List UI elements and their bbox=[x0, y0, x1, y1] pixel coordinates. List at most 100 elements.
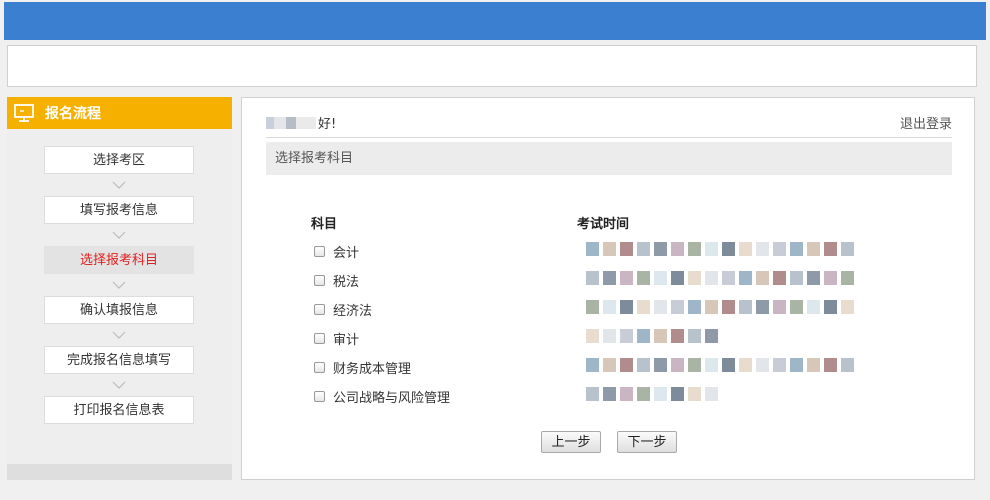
greeting-row: 好! 退出登录 bbox=[266, 110, 952, 138]
masked-text-block bbox=[705, 358, 718, 372]
subject-label: 财务成本管理 bbox=[333, 361, 412, 377]
masked-text-block bbox=[637, 387, 650, 401]
masked-text-block bbox=[790, 300, 803, 314]
masked-text-block bbox=[705, 300, 718, 314]
masked-text-block bbox=[637, 329, 650, 343]
masked-text-block bbox=[790, 271, 803, 285]
masked-text-block bbox=[688, 358, 701, 372]
masked-text-block bbox=[688, 329, 701, 343]
masked-text-block bbox=[688, 271, 701, 285]
masked-text-block bbox=[739, 300, 752, 314]
masked-text-block bbox=[722, 300, 735, 314]
masked-text-block bbox=[807, 271, 820, 285]
greeting: 好! bbox=[266, 113, 336, 132]
masked-text-block bbox=[739, 242, 752, 256]
masked-text-block bbox=[807, 242, 820, 256]
masked-text-block bbox=[705, 271, 718, 285]
masked-text-block bbox=[722, 358, 735, 372]
time-column-header: 考试时间 bbox=[577, 217, 630, 232]
masked-text-block bbox=[756, 300, 769, 314]
masked-text-block bbox=[603, 329, 616, 343]
sidebar-title: 报名流程 bbox=[45, 106, 101, 122]
masked-text-block bbox=[824, 242, 837, 256]
masked-text-block bbox=[705, 329, 718, 343]
chevron-down-icon bbox=[44, 174, 194, 196]
subject-label: 审计 bbox=[333, 332, 360, 348]
masked-text-block bbox=[586, 271, 599, 285]
step-print[interactable]: 打印报名信息表 bbox=[44, 396, 194, 424]
subject-row: 税法 bbox=[314, 271, 359, 290]
masked-text-block bbox=[824, 271, 837, 285]
masked-text-block bbox=[620, 300, 633, 314]
step-confirm-info[interactable]: 确认填报信息 bbox=[44, 296, 194, 324]
chevron-down-icon bbox=[44, 224, 194, 246]
masked-text-block bbox=[654, 387, 667, 401]
step-select-subject[interactable]: 选择报考科目 bbox=[44, 246, 194, 274]
subject-label: 经济法 bbox=[333, 303, 373, 319]
masked-text-block bbox=[637, 358, 650, 372]
subject-checkbox[interactable] bbox=[314, 390, 325, 402]
masked-text-block bbox=[824, 300, 837, 314]
masked-text-block bbox=[824, 358, 837, 372]
masked-text-block bbox=[620, 358, 633, 372]
masked-text-block bbox=[637, 271, 650, 285]
chevron-down-icon bbox=[44, 374, 194, 396]
step-fill-info[interactable]: 填写报考信息 bbox=[44, 196, 194, 224]
masked-text-block bbox=[688, 300, 701, 314]
masked-text-block bbox=[586, 387, 599, 401]
masked-text-block bbox=[671, 300, 684, 314]
subject-checkbox[interactable] bbox=[314, 332, 325, 344]
masked-text-block bbox=[841, 242, 854, 256]
masked-text-block bbox=[671, 242, 684, 256]
masked-text-block bbox=[586, 242, 599, 256]
masked-text-block bbox=[739, 271, 752, 285]
subject-row: 审计 bbox=[314, 329, 360, 348]
masked-text-block bbox=[620, 242, 633, 256]
masked-text-block bbox=[654, 358, 667, 372]
subject-checkbox[interactable] bbox=[314, 245, 325, 257]
sidebar-header: 报名流程 bbox=[7, 97, 232, 129]
greeting-suffix: 好! bbox=[318, 117, 337, 132]
step-complete[interactable]: 完成报名信息填写 bbox=[44, 346, 194, 374]
masked-text-block bbox=[586, 300, 599, 314]
masked-text-block bbox=[756, 358, 769, 372]
subject-row: 经济法 bbox=[314, 300, 373, 319]
subject-label: 会计 bbox=[333, 245, 360, 261]
masked-text-block bbox=[807, 300, 820, 314]
masked-text-block bbox=[790, 242, 803, 256]
masked-text-block bbox=[603, 271, 616, 285]
step-select-area[interactable]: 选择考区 bbox=[44, 146, 194, 174]
subject-checkbox[interactable] bbox=[314, 361, 325, 373]
masked-text-block bbox=[722, 242, 735, 256]
step-list: 选择考区 填写报考信息 选择报考科目 确认填报信息 完成报名信息填写 打印报名信… bbox=[7, 129, 232, 424]
masked-text-block bbox=[841, 271, 854, 285]
logout-link[interactable]: 退出登录 bbox=[900, 113, 952, 132]
masked-text-block bbox=[688, 242, 701, 256]
masked-text-block bbox=[637, 242, 650, 256]
next-step-button[interactable]: 下一步 bbox=[617, 431, 677, 453]
masked-username bbox=[266, 116, 316, 129]
subject-column-header: 科目 bbox=[311, 217, 338, 232]
masked-text-block bbox=[620, 271, 633, 285]
masked-text-block bbox=[705, 242, 718, 256]
section-title: 选择报考科目 bbox=[266, 142, 952, 175]
subject-checkbox[interactable] bbox=[314, 274, 325, 286]
masked-text-block bbox=[722, 271, 735, 285]
masked-text-block bbox=[773, 271, 786, 285]
masked-text-block bbox=[773, 358, 786, 372]
masked-text-block bbox=[603, 387, 616, 401]
masked-text-block bbox=[739, 358, 752, 372]
subject-checkbox[interactable] bbox=[314, 303, 325, 315]
monitor-icon bbox=[14, 104, 34, 122]
sidebar: 报名流程 选择考区 填写报考信息 选择报考科目 确认填报信息 完成报名信息填写 … bbox=[7, 97, 232, 480]
masked-text-block bbox=[586, 358, 599, 372]
masked-text-block bbox=[671, 387, 684, 401]
masked-text-block bbox=[807, 358, 820, 372]
masked-text-block bbox=[620, 387, 633, 401]
sidebar-footer bbox=[7, 464, 232, 480]
masked-text-block bbox=[654, 329, 667, 343]
prev-step-button[interactable]: 上一步 bbox=[541, 431, 601, 453]
masked-text-block bbox=[705, 387, 718, 401]
masked-text-block bbox=[620, 329, 633, 343]
masked-text-block bbox=[688, 387, 701, 401]
